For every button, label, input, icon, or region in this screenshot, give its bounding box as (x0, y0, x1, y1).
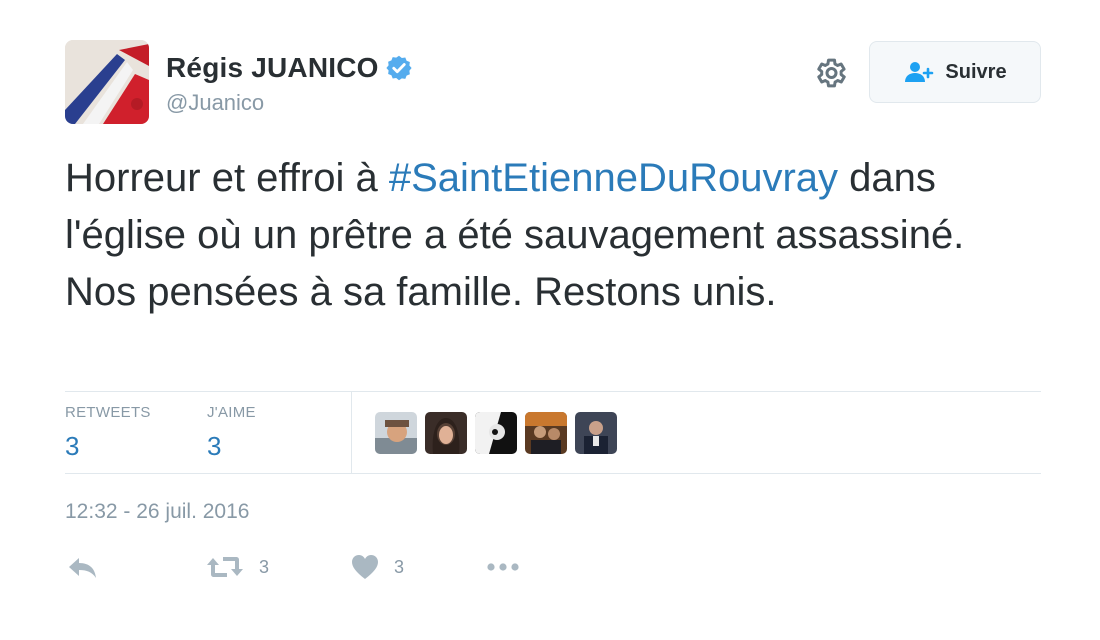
display-name[interactable]: Régis JUANICO (166, 52, 379, 84)
retweet-icon (205, 552, 245, 582)
follow-button[interactable]: Suivre (869, 41, 1041, 103)
user-handle[interactable]: @Juanico (166, 90, 264, 116)
retweets-stat[interactable]: RETWEETS 3 (65, 404, 151, 462)
divider (65, 473, 1041, 474)
gear-icon[interactable] (812, 55, 848, 91)
like-button[interactable]: 3 (350, 552, 404, 582)
avatar[interactable] (65, 40, 149, 124)
retweets-count: 3 (65, 431, 80, 461)
like-action-count: 3 (394, 556, 405, 577)
liker-avatar[interactable] (425, 412, 467, 454)
more-button[interactable] (485, 552, 521, 582)
liker-avatar[interactable] (575, 412, 617, 454)
liker-avatar[interactable] (375, 412, 417, 454)
likes-stat[interactable]: J'AIME 3 (207, 404, 256, 462)
avatar-image (65, 40, 149, 124)
likes-count: 3 (207, 431, 222, 461)
more-icon (485, 552, 521, 582)
likes-label: J'AIME (207, 404, 256, 421)
retweet-action-count: 3 (259, 556, 270, 577)
tweet-text-before: Horreur et effroi à (65, 156, 389, 200)
heart-icon (350, 552, 380, 582)
stats-divider (351, 392, 352, 473)
reply-button[interactable] (65, 552, 99, 582)
tweet-text: Horreur et effroi à #SaintEtienneDuRouvr… (65, 150, 1045, 321)
follow-user-icon (903, 60, 937, 84)
timestamp[interactable]: 12:32 - 26 juil. 2016 (65, 500, 249, 524)
hashtag-link[interactable]: #SaintEtienneDuRouvray (389, 156, 838, 200)
retweets-label: RETWEETS (65, 404, 151, 421)
liker-avatar[interactable] (525, 412, 567, 454)
retweet-button[interactable]: 3 (205, 552, 269, 582)
liker-avatars (375, 412, 625, 454)
verified-badge-icon (385, 54, 413, 82)
reply-icon (65, 552, 99, 582)
follow-button-label: Suivre (945, 60, 1007, 83)
user-name-row: Régis JUANICO (166, 52, 413, 84)
liker-avatar[interactable] (475, 412, 517, 454)
tweet-stats: RETWEETS 3 J'AIME 3 (65, 392, 1041, 473)
